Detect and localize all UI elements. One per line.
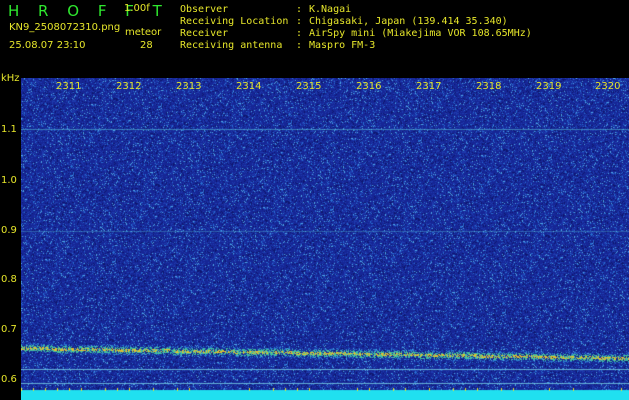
meteor-label: meteor	[125, 27, 162, 38]
location-value: Chigasaki, Japan (139.414 35.340)	[309, 16, 508, 27]
time-tick-2313: 2313	[176, 81, 202, 92]
y-tick-0-6: 0.6	[1, 374, 17, 385]
time-tick-2318: 2318	[476, 81, 502, 92]
time-tick-2315: 2315	[296, 81, 322, 92]
y-tick-0-8: 0.8	[1, 274, 17, 285]
meteor-count: 28	[140, 40, 153, 51]
time-tick-2320: 2320	[595, 81, 621, 92]
filename-label: KN9_2508072310.png	[9, 22, 121, 33]
y-tick-0-9: 0.9	[1, 225, 17, 236]
time-tick-2311: 2311	[56, 81, 82, 92]
time-tick-2316: 2316	[356, 81, 382, 92]
y-tick-0-7: 0.7	[1, 324, 17, 335]
observer-value: K.Nagai	[309, 4, 352, 15]
y-tick-1-0: 1.0	[1, 175, 17, 186]
version-label: 1.00f	[124, 3, 150, 14]
time-tick-2317: 2317	[416, 81, 442, 92]
observer-key: Observer	[180, 4, 229, 15]
receiver-key: Receiver	[180, 28, 229, 39]
spectrogram-area	[21, 78, 629, 400]
spectrogram-canvas	[21, 78, 629, 400]
y-tick-1-1: 1.1	[1, 124, 17, 135]
antenna-value: Maspro FM-3	[309, 40, 376, 51]
datetime-label: 25.08.07 23:10	[9, 40, 86, 51]
receiver-value: AirSpy mini (Miakejima VOR 108.65MHz)	[309, 28, 532, 39]
hrofft-window: H R O F F T 1.00f KN9_2508072310.png met…	[0, 0, 629, 400]
receiver-sep: :	[296, 28, 303, 39]
location-key: Receiving Location	[180, 16, 289, 27]
time-tick-2314: 2314	[236, 81, 262, 92]
time-tick-2312: 2312	[116, 81, 142, 92]
location-sep: :	[296, 16, 303, 27]
antenna-key: Receiving antenna	[180, 40, 283, 51]
antenna-sep: :	[296, 40, 303, 51]
y-axis-unit: kHz	[1, 73, 20, 84]
time-tick-2319: 2319	[536, 81, 562, 92]
observer-sep: :	[296, 4, 303, 15]
